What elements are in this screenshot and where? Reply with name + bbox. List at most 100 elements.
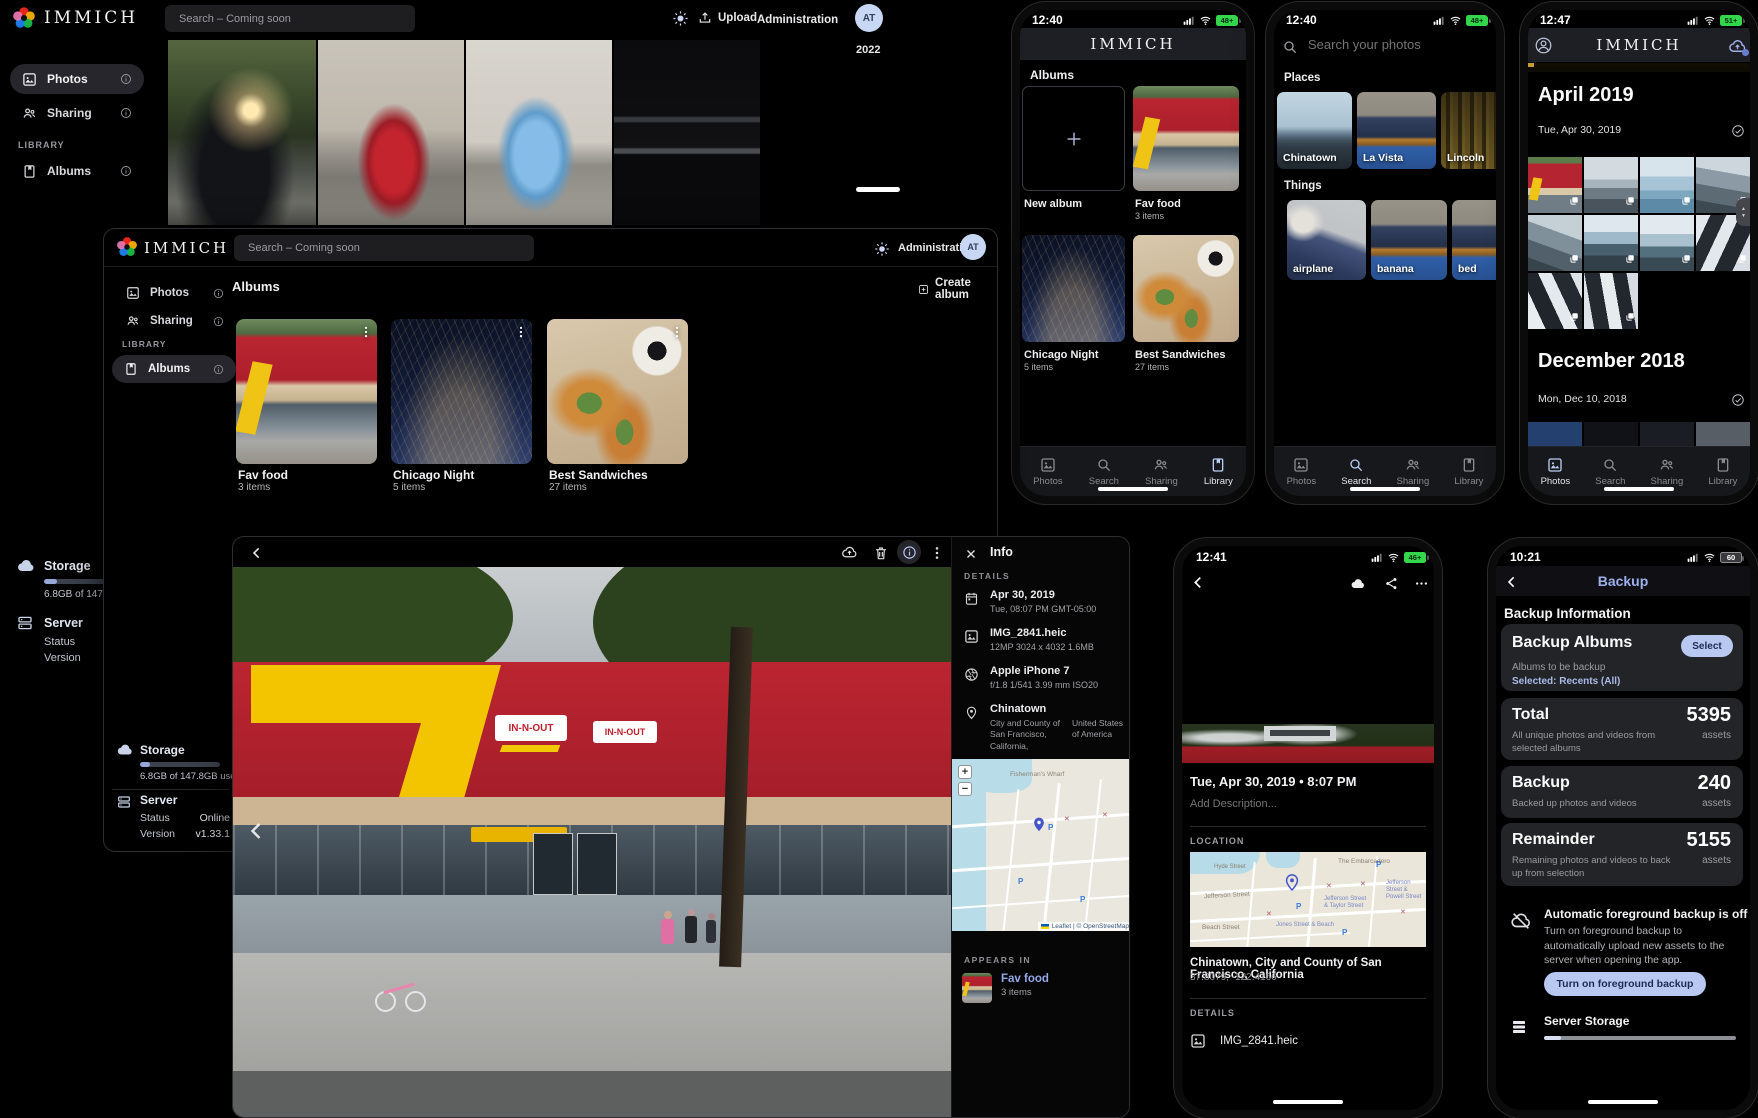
photo-thumbnail[interactable]	[614, 40, 760, 225]
more-options-icon[interactable]	[1414, 575, 1429, 593]
sidebar-item-sharing[interactable]: Sharing	[10, 100, 144, 126]
photo-thumbnail[interactable]	[1528, 273, 1582, 329]
cloud-upload-icon[interactable]	[841, 544, 858, 562]
info-icon[interactable]	[120, 165, 132, 177]
select-day-check-icon[interactable]	[1731, 122, 1745, 140]
new-album-button[interactable]	[1022, 86, 1125, 191]
sidebar-item-photos[interactable]: Photos	[114, 281, 236, 305]
description-input[interactable]	[1190, 798, 1390, 810]
more-options-icon[interactable]	[929, 544, 945, 562]
thing-card[interactable]: airplane	[1287, 200, 1366, 280]
sidebar-item-albums[interactable]: Albums	[10, 158, 144, 184]
home-indicator[interactable]	[1098, 487, 1168, 491]
album-menu-icon[interactable]	[514, 323, 528, 341]
nav-item-photos[interactable]: Photos	[1287, 457, 1317, 487]
info-icon[interactable]	[120, 107, 132, 119]
cloud-upload-icon[interactable]	[1350, 575, 1366, 593]
nav-item-library[interactable]: Library	[1204, 457, 1233, 487]
nav-item-photos[interactable]: Photos	[1033, 457, 1063, 487]
place-card[interactable]: Lincoln	[1441, 92, 1496, 169]
select-albums-button[interactable]: Select	[1681, 635, 1733, 657]
photo-thumbnail[interactable]	[1584, 215, 1638, 271]
album-card[interactable]: Fav food 3 items	[236, 319, 377, 487]
nav-item-library[interactable]: Library	[1708, 457, 1737, 487]
photo-thumbnail[interactable]	[1640, 422, 1694, 446]
appears-in-album-row[interactable]: Fav food 3 items	[962, 973, 1122, 1007]
back-icon[interactable]	[1504, 573, 1520, 591]
home-indicator[interactable]	[1273, 1100, 1343, 1104]
select-day-check-icon[interactable]	[1731, 391, 1745, 409]
location-map[interactable]: Fisherman's Wharf P P P ✕ ✕ + − Leaflet …	[952, 759, 1130, 931]
album-card[interactable]: Best Sandwiches 27 items	[547, 319, 688, 487]
album-card[interactable]	[1133, 86, 1239, 191]
home-indicator[interactable]	[1604, 487, 1674, 491]
place-card[interactable]: La Vista	[1357, 92, 1436, 169]
backup-cloud-icon[interactable]	[1728, 37, 1747, 56]
nav-item-photos[interactable]: Photos	[1541, 457, 1571, 487]
theme-toggle-sun-icon[interactable]	[874, 240, 890, 258]
delete-icon[interactable]	[873, 544, 889, 562]
photo-preview-strip[interactable]	[1182, 724, 1434, 763]
photo-thumbnail[interactable]	[1528, 215, 1582, 271]
photo-thumbnail[interactable]	[1584, 157, 1638, 213]
appears-album-name[interactable]: Fav food	[1001, 973, 1049, 985]
nav-item-sharing[interactable]: Sharing	[1397, 457, 1430, 487]
back-icon[interactable]	[249, 544, 265, 562]
info-icon[interactable]	[213, 288, 224, 299]
create-album-button[interactable]: Create album	[918, 277, 997, 301]
album-menu-icon[interactable]	[359, 323, 373, 341]
close-icon[interactable]	[964, 545, 978, 563]
info-icon[interactable]	[213, 316, 224, 327]
photo-thumbnail[interactable]	[168, 40, 316, 225]
photo-thumbnail[interactable]	[1528, 157, 1582, 213]
home-indicator[interactable]	[1350, 487, 1420, 491]
sidebar-item-sharing[interactable]: Sharing	[114, 309, 236, 333]
map-zoom-in-button[interactable]: +	[958, 765, 972, 779]
nav-item-sharing[interactable]: Sharing	[1145, 457, 1178, 487]
sidebar-item-albums[interactable]: Albums	[112, 355, 236, 383]
turn-on-backup-button[interactable]: Turn on foreground backup	[1544, 972, 1706, 996]
location-map[interactable]: The Embarcadero Hyde Street Jefferson St…	[1190, 852, 1426, 947]
search-input[interactable]	[234, 235, 534, 261]
theme-toggle-sun-icon[interactable]	[672, 10, 689, 28]
photo-thumbnail[interactable]	[1584, 422, 1638, 446]
user-avatar[interactable]: AT	[855, 4, 883, 32]
album-menu-icon[interactable]	[670, 323, 684, 341]
nav-item-search[interactable]: Search	[1089, 457, 1119, 487]
album-card[interactable]	[1133, 235, 1239, 342]
photo-thumbnail[interactable]	[1584, 273, 1638, 329]
nav-item-library[interactable]: Library	[1454, 457, 1483, 487]
share-icon[interactable]	[1384, 575, 1399, 593]
user-avatar[interactable]: AT	[960, 234, 986, 260]
photo-thumbnail[interactable]	[1528, 422, 1582, 446]
album-card[interactable]	[1022, 235, 1125, 342]
profile-icon[interactable]	[1534, 36, 1553, 55]
search-input[interactable]	[165, 5, 415, 32]
photo-thumbnail[interactable]	[1696, 422, 1750, 446]
battery-icon: 60	[1720, 552, 1742, 563]
photo-thumbnail[interactable]	[1640, 157, 1694, 213]
map-zoom-out-button[interactable]: −	[958, 782, 972, 796]
place-card[interactable]: Chinatown	[1277, 92, 1352, 169]
thing-card[interactable]: banana	[1371, 200, 1447, 280]
search-input[interactable]	[1308, 37, 1478, 52]
thing-card[interactable]: bed	[1452, 200, 1496, 280]
photo-thumbnail[interactable]	[1640, 215, 1694, 271]
nav-item-search[interactable]: Search	[1595, 457, 1625, 487]
album-card[interactable]: Chicago Night 5 items	[391, 319, 532, 487]
administration-link[interactable]: Administration	[757, 14, 838, 26]
nav-item-sharing[interactable]: Sharing	[1651, 457, 1684, 487]
photo-thumbnail[interactable]	[318, 40, 464, 225]
previous-photo-icon[interactable]	[245, 819, 269, 843]
sidebar-item-photos[interactable]: Photos	[10, 64, 144, 94]
timeline-scrollbar[interactable]: ▲▼	[1736, 198, 1750, 226]
info-icon[interactable]	[213, 364, 224, 375]
nav-item-search[interactable]: Search	[1341, 457, 1371, 487]
photo-thumbnail[interactable]	[466, 40, 612, 225]
home-indicator[interactable]	[1588, 1100, 1658, 1104]
upload-button[interactable]: Upload	[698, 11, 757, 25]
info-toggle-icon[interactable]	[897, 540, 921, 564]
back-icon[interactable]	[1190, 574, 1207, 592]
info-icon[interactable]	[120, 73, 132, 85]
timeline-scrubber[interactable]	[856, 187, 900, 192]
